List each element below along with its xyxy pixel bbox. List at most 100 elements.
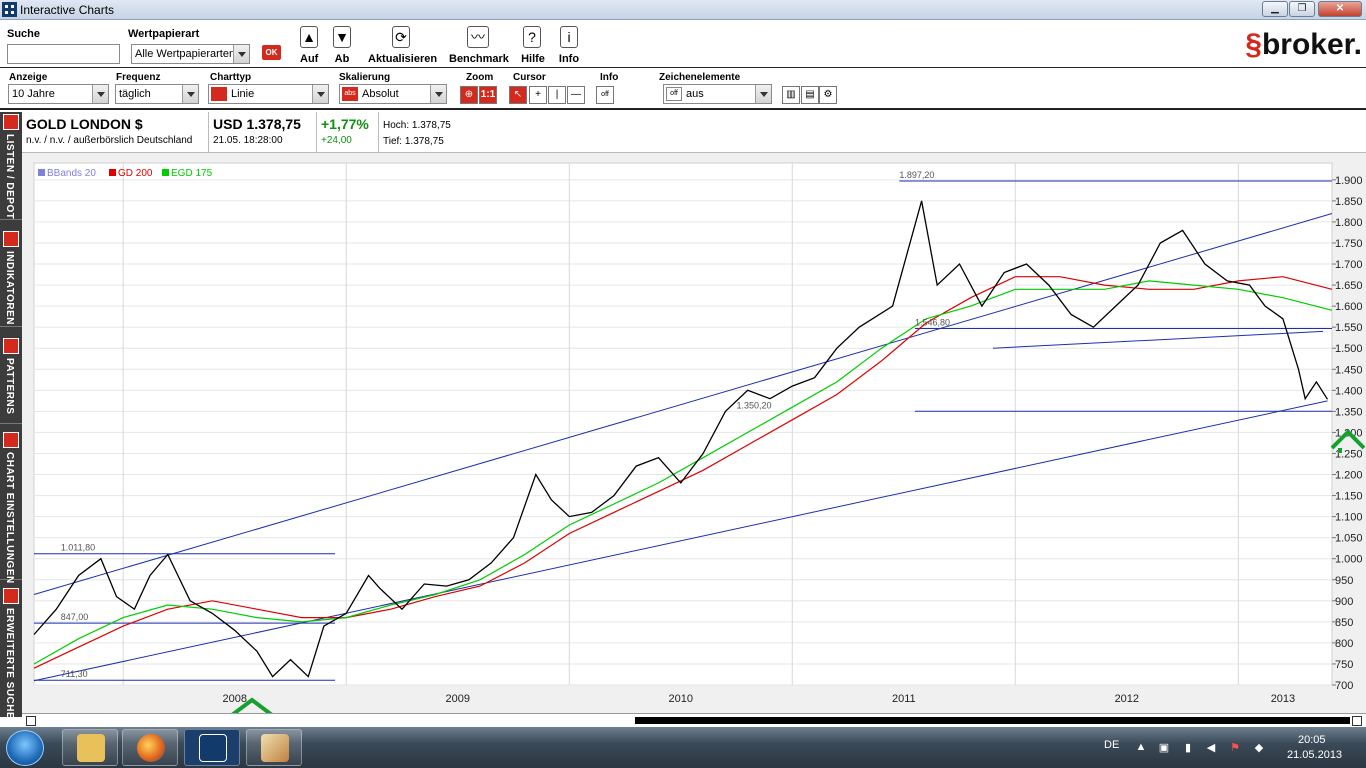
down-button[interactable]: ▼: [333, 26, 351, 48]
search-input[interactable]: [7, 44, 120, 64]
chevron-down-icon: [182, 85, 198, 103]
tab-listen-depot-label: LISTEN / DEPOT: [4, 134, 15, 220]
help-label: Hilfe: [521, 53, 545, 65]
refresh-label: Aktualisieren: [368, 53, 438, 65]
line-chart-icon: [211, 87, 227, 101]
info-button[interactable]: i: [560, 26, 578, 48]
tab-erweiterte-suche[interactable]: ERWEITERTE SUCHE: [0, 586, 22, 719]
pattern-icon: [3, 338, 19, 354]
benchmark-button[interactable]: 〰: [467, 26, 489, 48]
legend-label: EGD 175: [171, 168, 213, 179]
tab-listen-depot[interactable]: LISTEN / DEPOT: [0, 112, 22, 220]
horizontal-scrollbar[interactable]: [22, 713, 1366, 727]
chevron-down-icon: [233, 45, 249, 63]
frequenz-value: täglich: [119, 88, 151, 100]
interactive-charts-task[interactable]: [184, 729, 240, 766]
info-icon: i: [567, 29, 571, 45]
anzeige-label: Anzeige: [9, 72, 48, 83]
y-tick-label: 1.000: [1335, 554, 1363, 566]
tray-device-icon[interactable]: ▣: [1157, 741, 1171, 754]
scroll-left-button[interactable]: [26, 716, 36, 726]
info-toggle[interactable]: off: [596, 86, 614, 104]
zoom-1to1-button[interactable]: 1:1: [479, 86, 497, 104]
maximize-button[interactable]: ❐: [1289, 1, 1315, 17]
tab-patterns[interactable]: PATTERNS: [0, 336, 22, 424]
arrow-up-icon: ▲: [302, 29, 316, 45]
zoom-label: Zoom: [466, 72, 494, 83]
firefox-task[interactable]: [122, 729, 178, 766]
change-pct: +1,77%: [321, 116, 369, 132]
chevron-down-icon: [92, 85, 108, 103]
y-tick-label: 1.100: [1335, 512, 1363, 524]
y-tick-label: 1.550: [1335, 322, 1363, 334]
zeichen-value: aus: [686, 88, 704, 100]
legend-swatch: [162, 169, 169, 176]
refresh-button[interactable]: ⟳: [392, 26, 410, 48]
firefox-icon: [137, 734, 165, 762]
paint-task[interactable]: [246, 729, 302, 766]
clock-time: 20:05: [1298, 734, 1326, 746]
settings-toolbar: Anzeige 10 Jahre Frequenz täglich Chartt…: [0, 69, 1366, 110]
gear-icon[interactable]: ⚙: [819, 86, 837, 104]
chevron-down-icon: [755, 85, 771, 103]
bar-chart-icon[interactable]: ▥: [782, 86, 800, 104]
scroll-right-button[interactable]: [1352, 716, 1362, 726]
table-icon[interactable]: ▤: [801, 86, 819, 104]
x-tick-label: 2010: [669, 693, 693, 705]
price-chart[interactable]: 1.897,20 1.546,80 1.350,20 1.011,80 847,00 71…: [22, 153, 1366, 713]
instrument-info-row: GOLD LONDON $ n.v. / n.v. / außerbörslic…: [0, 112, 1366, 153]
skalierung-select[interactable]: abs Absolut: [339, 84, 447, 104]
legend-swatch: [109, 169, 116, 176]
scroll-thumb[interactable]: [635, 717, 1350, 724]
start-button[interactable]: [6, 730, 44, 766]
charttyp-select[interactable]: Linie: [208, 84, 329, 104]
y-tick-label: 700: [1335, 680, 1353, 692]
y-tick-label: 1.500: [1335, 343, 1363, 355]
security-type-select[interactable]: Alle Wertpapierarten: [131, 44, 250, 64]
security-type-value: Alle Wertpapierarten: [135, 48, 236, 60]
down-label: Ab: [334, 53, 350, 65]
frequenz-select[interactable]: täglich: [115, 84, 199, 104]
zeichen-select[interactable]: off aus: [663, 84, 772, 104]
info-toggle-label: Info: [600, 72, 619, 83]
tray-chevron-up-icon[interactable]: ▲: [1134, 741, 1148, 753]
network-icon[interactable]: ▮: [1181, 741, 1195, 754]
help-button[interactable]: ?: [523, 26, 541, 48]
cursor-arrow-icon[interactable]: ↖: [509, 86, 527, 104]
anzeige-select[interactable]: 10 Jahre: [8, 84, 109, 104]
crosshair-icon[interactable]: +: [529, 86, 547, 104]
language-indicator[interactable]: DE: [1104, 739, 1119, 751]
vertical-line-icon[interactable]: |: [548, 86, 566, 104]
tab-indikatoren[interactable]: INDIKATOREN: [0, 229, 22, 327]
chart-area[interactable]: 1.897,20 1.546,80 1.350,20 1.011,80 847,00 71…: [22, 153, 1366, 713]
up-button[interactable]: ▲: [300, 26, 318, 48]
volume-icon[interactable]: ◀: [1204, 741, 1218, 754]
instrument-price: USD 1.378,75: [213, 116, 301, 132]
minimize-button[interactable]: ▁: [1262, 1, 1288, 17]
horizontal-line-icon[interactable]: —: [567, 86, 585, 104]
close-button[interactable]: ✕: [1318, 1, 1362, 17]
ok-button[interactable]: OK: [262, 45, 281, 60]
level-annotation: 1.350,20: [737, 400, 772, 410]
logo-s-icon: §: [1245, 28, 1262, 61]
chevron-down-icon: [430, 85, 446, 103]
y-tick-label: 1.900: [1335, 175, 1363, 187]
security-type-label: Wertpapierart: [128, 28, 200, 40]
anzeige-value: 10 Jahre: [12, 88, 55, 100]
folder-icon: [77, 734, 105, 762]
y-tick-label: 750: [1335, 659, 1353, 671]
zoom-icon[interactable]: ⊕: [460, 86, 478, 104]
search-icon: [3, 588, 19, 604]
y-tick-label: 1.450: [1335, 364, 1363, 376]
off-icon: off: [666, 87, 682, 101]
clock-date: 21.05.2013: [1287, 749, 1343, 761]
frequenz-label: Frequenz: [116, 72, 161, 83]
tray-app-icon[interactable]: ◆: [1252, 741, 1266, 754]
x-tick-label: 2008: [222, 693, 246, 705]
price-cell: USD 1.378,75 21.05. 18:28:00: [209, 112, 317, 153]
tab-chart-einstellungen[interactable]: CHART EINSTELLUNGEN: [0, 430, 22, 584]
explorer-task[interactable]: [62, 729, 118, 766]
window-title: Interactive Charts: [20, 3, 115, 17]
day-low: Tief: 1.378,75: [383, 136, 444, 147]
action-center-icon[interactable]: ⚑: [1228, 741, 1242, 754]
